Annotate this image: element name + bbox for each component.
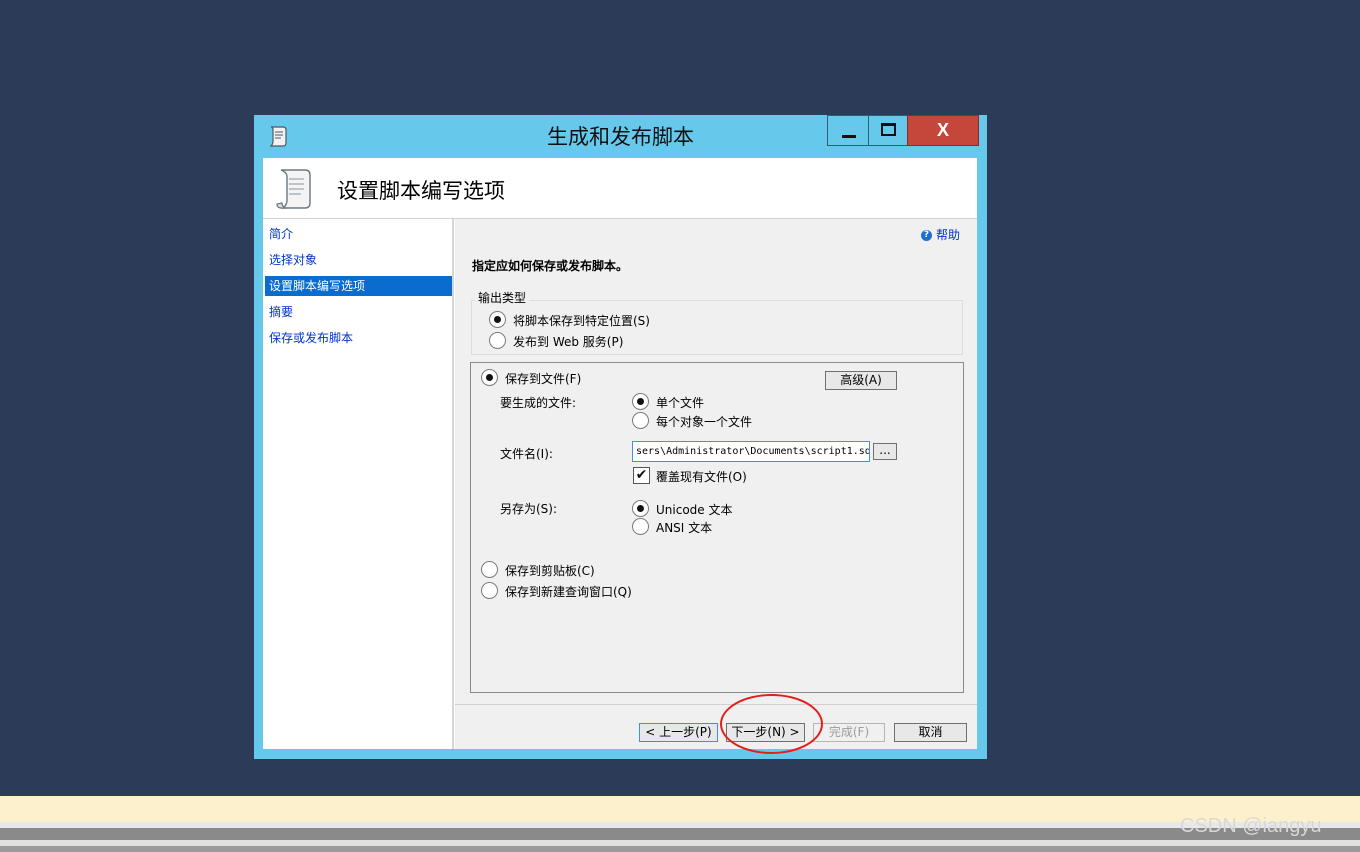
nav-item-scripting-options[interactable]: 设置脚本编写选项	[265, 276, 452, 296]
overwrite-label[interactable]: 覆盖现有文件(O)	[656, 468, 747, 485]
taskbar-strip-gray-2	[0, 846, 1360, 852]
cancel-button[interactable]: 取消	[894, 723, 967, 742]
save-to-location-label[interactable]: 将脚本保存到特定位置(S)	[513, 312, 650, 329]
publish-web-label[interactable]: 发布到 Web 服务(P)	[513, 333, 623, 350]
taskbar-strip	[0, 796, 1360, 822]
radio-save-to-location[interactable]	[489, 311, 506, 328]
radio-save-to-new-query[interactable]	[481, 582, 498, 599]
output-type-label: 输出类型	[475, 289, 530, 306]
page-title: 设置脚本编写选项	[337, 179, 505, 203]
script-scroll-icon	[275, 166, 315, 212]
help-link[interactable]: ? 帮助	[921, 226, 960, 243]
advanced-button[interactable]: 高级(A)	[825, 371, 897, 390]
maximize-icon	[881, 123, 896, 136]
radio-publish-web[interactable]	[489, 332, 506, 349]
nav-item-intro[interactable]: 简介	[265, 224, 452, 244]
save-to-clipboard-label[interactable]: 保存到剪贴板(C)	[505, 562, 595, 579]
watermark-text: CSDN @iangyu	[1180, 815, 1322, 837]
instruction-text: 指定应如何保存或发布脚本。	[472, 259, 629, 273]
next-button[interactable]: 下一步(N) >	[726, 723, 805, 742]
dialog-window: 生成和发布脚本 X 设置脚本编写选项 简介 选择对象 设置脚本编写选项 摘要 保…	[254, 115, 987, 759]
checkmark-icon: ✔	[635, 467, 648, 483]
maximize-button[interactable]	[868, 115, 908, 146]
radio-unicode-text[interactable]	[632, 500, 649, 517]
browse-button[interactable]: ...	[873, 443, 897, 460]
save-to-new-query-label[interactable]: 保存到新建查询窗口(Q)	[505, 583, 632, 600]
finish-button[interactable]: 完成(F)	[813, 723, 885, 742]
overwrite-checkbox[interactable]: ✔	[633, 467, 650, 484]
save-as-label: 另存为(S):	[500, 502, 558, 516]
save-destination-group	[470, 362, 964, 693]
main-panel: ? 帮助 指定应如何保存或发布脚本。 输出类型 将脚本保存到特定位置(S) 发布到…	[455, 219, 977, 749]
radio-save-to-file[interactable]	[481, 369, 498, 386]
file-name-label: 文件名(I):	[500, 447, 553, 461]
taskbar-strip-gray	[0, 828, 1360, 840]
wizard-nav: 简介 选择对象 设置脚本编写选项 摘要 保存或发布脚本	[263, 219, 454, 749]
close-icon: X	[936, 120, 949, 140]
radio-save-to-clipboard[interactable]	[481, 561, 498, 578]
dialog-client: 设置脚本编写选项 简介 选择对象 设置脚本编写选项 摘要 保存或发布脚本 ? 帮助…	[263, 158, 977, 749]
radio-ansi-text[interactable]	[632, 518, 649, 535]
nav-item-save-publish[interactable]: 保存或发布脚本	[265, 328, 452, 348]
minimize-button[interactable]	[827, 115, 869, 146]
prev-button[interactable]: < 上一步(P)	[639, 723, 718, 742]
nav-item-summary[interactable]: 摘要	[265, 302, 452, 322]
radio-one-file-per-object[interactable]	[632, 412, 649, 429]
title-bar[interactable]: 生成和发布脚本 X	[254, 115, 987, 157]
ansi-text-label[interactable]: ANSI 文本	[656, 519, 712, 536]
single-file-label[interactable]: 单个文件	[656, 394, 704, 411]
file-name-input[interactable]: sers\Administrator\Documents\script1.sql	[632, 441, 870, 462]
help-label: 帮助	[936, 228, 961, 242]
close-button[interactable]: X	[907, 115, 979, 146]
help-icon: ?	[921, 230, 932, 241]
footer-divider	[455, 704, 977, 705]
minimize-icon	[842, 135, 856, 138]
files-to-generate-label: 要生成的文件:	[500, 396, 577, 410]
save-to-file-label[interactable]: 保存到文件(F)	[505, 370, 581, 387]
wizard-header: 设置脚本编写选项	[263, 158, 977, 218]
nav-item-choose-objects[interactable]: 选择对象	[265, 250, 452, 270]
unicode-text-label[interactable]: Unicode 文本	[656, 501, 732, 518]
one-file-per-object-label[interactable]: 每个对象一个文件	[656, 413, 752, 430]
radio-single-file[interactable]	[632, 393, 649, 410]
